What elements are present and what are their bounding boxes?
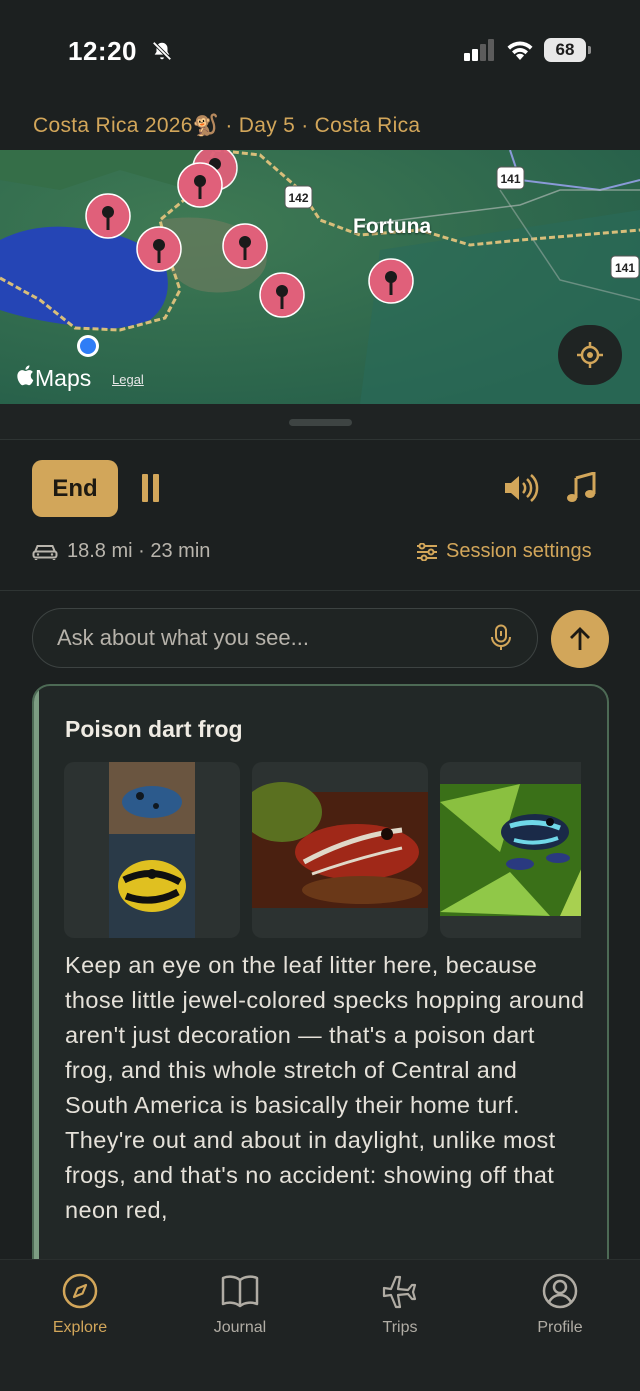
map-pin[interactable] (136, 226, 182, 272)
species-card[interactable]: Poison dart frog Keep an eye on the leaf… (32, 684, 609, 1304)
tab-label: Explore (52, 1319, 108, 1336)
send-button[interactable] (551, 610, 609, 668)
route-badge: 141 (496, 166, 525, 190)
image-carousel[interactable] (64, 762, 581, 938)
frog-photo[interactable] (252, 762, 428, 938)
route-badge: 142 (284, 185, 313, 209)
wifi-icon (507, 41, 533, 60)
tab-bar: Explore Journal Trips Profile (0, 1259, 640, 1391)
locate-button[interactable] (558, 325, 622, 385)
session-settings-label: Session settings (446, 540, 592, 562)
cellular-icon (464, 39, 494, 61)
tab-label: Journal (213, 1319, 267, 1336)
tab-label: Trips (382, 1319, 418, 1336)
book-icon (221, 1275, 259, 1308)
map-place-label: Fortuna (353, 215, 432, 238)
user-circle-icon (542, 1273, 578, 1309)
bell-slash-icon (151, 38, 173, 69)
crosshair-icon (577, 342, 603, 368)
map-pin[interactable] (259, 272, 305, 318)
end-button[interactable]: End (32, 460, 118, 517)
arrow-up-icon (570, 627, 590, 650)
session-settings-button[interactable]: Session settings (416, 540, 592, 563)
frog-photo[interactable] (64, 762, 240, 938)
battery-indicator: 68 (544, 38, 591, 62)
maps-label: Maps (35, 364, 92, 391)
sliders-icon (417, 542, 437, 561)
status-time: 12:20 (68, 36, 173, 69)
map-pin[interactable] (177, 162, 223, 208)
pause-icon[interactable] (142, 474, 162, 502)
compass-icon (62, 1273, 98, 1309)
map-pin[interactable] (222, 223, 268, 269)
speaker-icon[interactable] (503, 473, 539, 508)
music-note-icon[interactable] (566, 471, 596, 509)
card-description: Keep an eye on the leaf litter here, bec… (65, 952, 585, 1223)
session-controls: End 18.8 mi · 23 min Session settings (0, 440, 640, 591)
status-bar: 12:20 68 (0, 0, 640, 100)
legal-link[interactable]: Legal (112, 372, 144, 387)
ask-input-placeholder: Ask about what you see... (57, 625, 309, 650)
map-view[interactable]: 142 141 141 Fortuna (0, 150, 640, 404)
clock: 12:20 (68, 36, 137, 66)
tab-label: Profile (537, 1319, 583, 1336)
tab-explore[interactable]: Explore (25, 1272, 135, 1337)
drag-handle[interactable] (289, 419, 352, 426)
maps-attribution: Maps (16, 364, 91, 392)
trip-distance-duration: 18.8 mi · 23 min (67, 540, 211, 562)
svg-text:141: 141 (500, 172, 520, 186)
microphone-icon[interactable] (490, 624, 512, 657)
tab-profile[interactable]: Profile (505, 1272, 615, 1337)
ask-input[interactable]: Ask about what you see... (32, 608, 538, 668)
map-pin[interactable] (85, 193, 131, 239)
sheet-header (0, 404, 640, 440)
trip-stats: 18.8 mi · 23 min (32, 540, 210, 563)
apple-logo-icon (16, 364, 34, 392)
car-icon (32, 544, 58, 560)
status-indicators: 68 (464, 38, 591, 62)
route-badge: 141 (610, 255, 640, 279)
card-title: Poison dart frog (65, 716, 243, 742)
map-pin[interactable] (368, 258, 414, 304)
airplane-icon (382, 1275, 417, 1309)
tab-trips[interactable]: Trips (345, 1272, 455, 1337)
svg-text:141: 141 (615, 261, 635, 275)
svg-text:142: 142 (288, 191, 308, 205)
tab-journal[interactable]: Journal (185, 1272, 295, 1337)
trip-header: Costa Rica 2026🐒 · Day 5 · Costa Rica (33, 114, 421, 137)
frog-photo[interactable] (440, 762, 581, 938)
